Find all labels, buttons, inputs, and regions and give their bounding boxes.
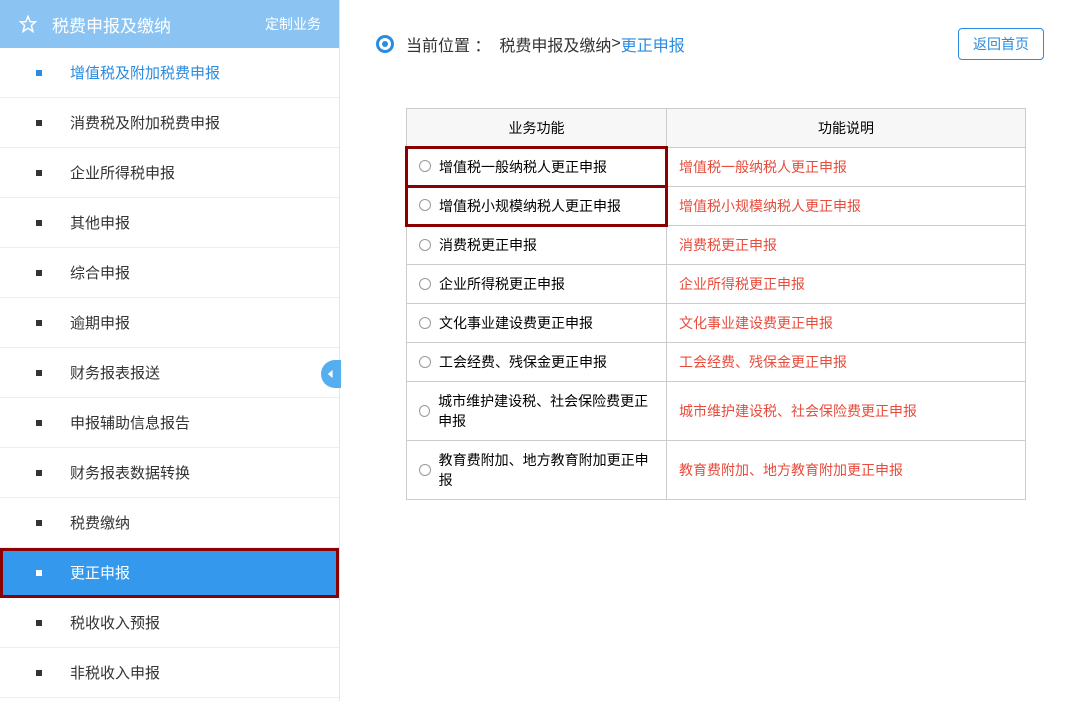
sidebar-item[interactable]: 税收收入预报 xyxy=(0,598,339,648)
radio-icon[interactable] xyxy=(419,278,431,290)
sidebar-item[interactable]: 其他申报 xyxy=(0,198,339,248)
breadcrumb-prefix: 当前位置 ： xyxy=(406,32,490,56)
bullet-icon xyxy=(36,670,42,676)
radio-icon[interactable] xyxy=(419,317,431,329)
sidebar-item[interactable]: 更正申报 xyxy=(0,548,339,598)
bullet-icon xyxy=(36,120,42,126)
bullet-icon xyxy=(36,420,42,426)
home-button[interactable]: 返回首页 xyxy=(958,28,1044,60)
function-label: 教育费附加、地方教育附加更正申报 xyxy=(439,450,654,490)
description-cell: 教育费附加、地方教育附加更正申报 xyxy=(667,441,1026,500)
bullet-icon xyxy=(36,470,42,476)
function-cell[interactable]: 增值税小规模纳税人更正申报 xyxy=(407,187,667,226)
bullet-icon xyxy=(36,520,42,526)
sidebar-item-label: 税费缴纳 xyxy=(70,512,130,533)
sidebar: 税费申报及缴纳 定制业务 增值税及附加税费申报消费税及附加税费申报企业所得税申报… xyxy=(0,0,340,701)
sidebar-item-label: 申报辅助信息报告 xyxy=(70,412,190,433)
description-cell: 城市维护建设税、社会保险费更正申报 xyxy=(667,382,1026,441)
sidebar-item[interactable]: 申报辅助信息报告 xyxy=(0,398,339,448)
sidebar-custom-action[interactable]: 定制业务 xyxy=(265,14,321,34)
sidebar-item-label: 财务报表数据转换 xyxy=(70,462,190,483)
bullet-icon xyxy=(36,370,42,376)
radio-icon[interactable] xyxy=(419,239,431,251)
sidebar-item[interactable]: 综合申报 xyxy=(0,248,339,298)
sidebar-item-label: 消费税及附加税费申报 xyxy=(70,112,220,133)
bullet-icon xyxy=(36,570,42,576)
radio-icon[interactable] xyxy=(419,199,431,211)
function-cell[interactable]: 消费税更正申报 xyxy=(407,226,667,265)
function-cell[interactable]: 工会经费、残保金更正申报 xyxy=(407,343,667,382)
sidebar-item-label: 逾期申报 xyxy=(70,312,130,333)
table-row: 增值税小规模纳税人更正申报 增值税小规模纳税人更正申报 xyxy=(407,187,1026,226)
table-row: 工会经费、残保金更正申报 工会经费、残保金更正申报 xyxy=(407,343,1026,382)
main-content: 当前位置 ： 税费申报及缴纳 > 更正申报 返回首页 业务功能 功能说明 增值税… xyxy=(340,0,1080,701)
table-row: 文化事业建设费更正申报 文化事业建设费更正申报 xyxy=(407,304,1026,343)
sidebar-item-label: 增值税及附加税费申报 xyxy=(70,62,220,83)
sidebar-item-label: 财务报表报送 xyxy=(70,362,160,383)
table-row: 企业所得税更正申报 企业所得税更正申报 xyxy=(407,265,1026,304)
sidebar-item[interactable]: 消费税及附加税费申报 xyxy=(0,98,339,148)
table-row: 增值税一般纳税人更正申报 增值税一般纳税人更正申报 xyxy=(407,148,1026,187)
breadcrumb-section: 税费申报及缴纳 xyxy=(499,32,611,56)
bullet-icon xyxy=(36,270,42,276)
function-cell[interactable]: 增值税一般纳税人更正申报 xyxy=(407,148,667,187)
description-cell: 增值税小规模纳税人更正申报 xyxy=(667,187,1026,226)
description-cell: 企业所得税更正申报 xyxy=(667,265,1026,304)
sidebar-item-label: 其他申报 xyxy=(70,212,130,233)
sidebar-item-label: 企业所得税申报 xyxy=(70,162,175,183)
function-cell[interactable]: 城市维护建设税、社会保险费更正申报 xyxy=(407,382,667,441)
bullet-icon xyxy=(36,170,42,176)
function-label: 增值税小规模纳税人更正申报 xyxy=(439,198,621,214)
function-label: 城市维护建设税、社会保险费更正申报 xyxy=(438,391,654,431)
radio-icon[interactable] xyxy=(419,464,431,476)
sidebar-item[interactable]: 逾期申报 xyxy=(0,298,339,348)
description-cell: 增值税一般纳税人更正申报 xyxy=(667,148,1026,187)
function-label: 工会经费、残保金更正申报 xyxy=(439,352,607,372)
breadcrumb-row: 当前位置 ： 税费申报及缴纳 > 更正申报 返回首页 xyxy=(376,28,1044,60)
location-icon xyxy=(376,35,394,53)
star-icon xyxy=(18,14,38,34)
sidebar-item[interactable]: 财务报表报送 xyxy=(0,348,339,398)
function-label: 文化事业建设费更正申报 xyxy=(439,313,593,333)
sidebar-item-label: 非税收入申报 xyxy=(70,662,160,683)
function-label: 增值税一般纳税人更正申报 xyxy=(439,159,607,175)
description-cell: 文化事业建设费更正申报 xyxy=(667,304,1026,343)
description-cell: 消费税更正申报 xyxy=(667,226,1026,265)
sidebar-title: 税费申报及缴纳 xyxy=(52,12,265,37)
sidebar-list: 增值税及附加税费申报消费税及附加税费申报企业所得税申报其他申报综合申报逾期申报财… xyxy=(0,48,339,698)
sidebar-item[interactable]: 非税收入申报 xyxy=(0,648,339,698)
sidebar-item[interactable]: 增值税及附加税费申报 xyxy=(0,48,339,98)
function-cell[interactable]: 教育费附加、地方教育附加更正申报 xyxy=(407,441,667,500)
sidebar-item-label: 更正申报 xyxy=(70,562,130,583)
sidebar-item[interactable]: 税费缴纳 xyxy=(0,498,339,548)
radio-icon[interactable] xyxy=(419,356,431,368)
table-row: 消费税更正申报 消费税更正申报 xyxy=(407,226,1026,265)
bullet-icon xyxy=(36,320,42,326)
breadcrumb-sep: > xyxy=(611,35,620,53)
function-label: 消费税更正申报 xyxy=(439,235,537,255)
bullet-icon xyxy=(36,220,42,226)
sidebar-item-label: 税收收入预报 xyxy=(70,612,160,633)
table-row: 教育费附加、地方教育附加更正申报教育费附加、地方教育附加更正申报 xyxy=(407,441,1026,500)
bullet-icon xyxy=(36,620,42,626)
sidebar-item[interactable]: 企业所得税申报 xyxy=(0,148,339,198)
function-table: 业务功能 功能说明 增值税一般纳税人更正申报增值税一般纳税人更正申报增值税小规模… xyxy=(406,108,1026,500)
sidebar-item[interactable]: 财务报表数据转换 xyxy=(0,448,339,498)
table-header-description: 功能说明 xyxy=(667,109,1026,148)
table-header-function: 业务功能 xyxy=(407,109,667,148)
bullet-icon xyxy=(36,70,42,76)
function-cell[interactable]: 文化事业建设费更正申报 xyxy=(407,304,667,343)
table-row: 城市维护建设税、社会保险费更正申报城市维护建设税、社会保险费更正申报 xyxy=(407,382,1026,441)
radio-icon[interactable] xyxy=(419,160,431,172)
breadcrumb-current[interactable]: 更正申报 xyxy=(621,32,685,56)
sidebar-item-label: 综合申报 xyxy=(70,262,130,283)
sidebar-header: 税费申报及缴纳 定制业务 xyxy=(0,0,339,48)
function-label: 企业所得税更正申报 xyxy=(439,274,565,294)
radio-icon[interactable] xyxy=(419,405,430,417)
breadcrumb: 当前位置 ： 税费申报及缴纳 > 更正申报 xyxy=(376,32,685,56)
collapse-tab[interactable] xyxy=(321,360,341,388)
function-cell[interactable]: 企业所得税更正申报 xyxy=(407,265,667,304)
description-cell: 工会经费、残保金更正申报 xyxy=(667,343,1026,382)
